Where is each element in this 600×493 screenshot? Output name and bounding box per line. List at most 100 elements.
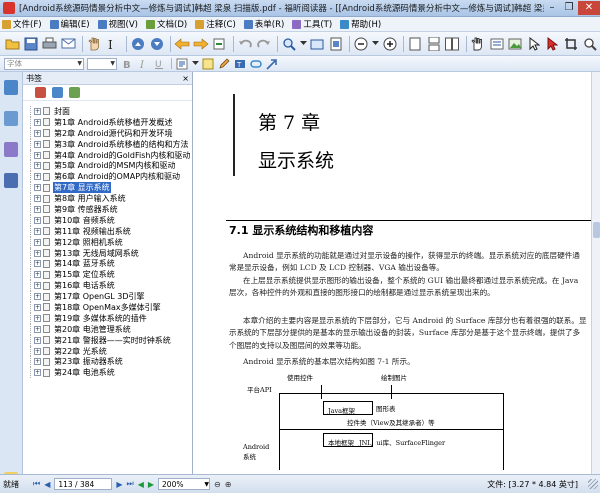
arrow-tool-icon[interactable] bbox=[265, 57, 279, 70]
zoom-out-button[interactable]: ⊖ bbox=[214, 480, 221, 489]
next-page-button[interactable]: ▶ bbox=[116, 480, 122, 489]
forward-view-button[interactable]: ▶ bbox=[148, 480, 154, 489]
expand-icon[interactable]: + bbox=[34, 227, 41, 235]
expand-icon[interactable]: + bbox=[34, 249, 41, 257]
crop-icon[interactable] bbox=[563, 35, 580, 53]
rotate-icon[interactable] bbox=[211, 35, 228, 53]
expand-icon[interactable]: + bbox=[34, 107, 41, 115]
fit-page-icon[interactable] bbox=[328, 35, 345, 53]
zoom-tool-icon[interactable] bbox=[281, 35, 298, 53]
bookmark-item[interactable]: + 第13章 无线局域网系统 bbox=[23, 247, 192, 259]
menu-item[interactable]: 表单(R) bbox=[243, 18, 284, 30]
bookmark-item[interactable]: + 第11章 视频输出系统 bbox=[23, 225, 192, 237]
zoom-out-icon[interactable] bbox=[353, 35, 370, 53]
scrollbar-thumb[interactable] bbox=[593, 222, 600, 238]
bookmark-item[interactable]: + 第24章 电池系统 bbox=[23, 367, 192, 379]
highlight-icon[interactable] bbox=[175, 57, 189, 70]
undo-icon[interactable] bbox=[237, 35, 254, 53]
bookmark-item[interactable]: + 第3章 Android系统移植的结构和方法 bbox=[23, 138, 192, 150]
bookmark-item[interactable]: + 第5章 Android的MSM内核和驱动 bbox=[23, 160, 192, 172]
bookmark-item[interactable]: + 第2章 Android源代码和开发环境 bbox=[23, 127, 192, 139]
open-file-icon[interactable] bbox=[4, 35, 21, 53]
restore-button[interactable]: ❐ bbox=[561, 1, 577, 15]
expand-icon[interactable]: + bbox=[34, 293, 41, 301]
expand-icon[interactable]: + bbox=[34, 325, 41, 333]
bookmark-item[interactable]: + 第8章 用户输入系统 bbox=[23, 193, 192, 205]
bookmark-item[interactable]: + 第23章 振动器系统 bbox=[23, 356, 192, 368]
facing-pages-icon[interactable] bbox=[444, 35, 461, 53]
expand-icon[interactable]: + bbox=[34, 173, 41, 181]
font-select[interactable]: 字体 ▼ bbox=[4, 57, 84, 70]
first-page-icon[interactable] bbox=[130, 35, 147, 53]
expand-icon[interactable]: + bbox=[34, 347, 41, 355]
bookmark-item[interactable]: + 第17章 OpenGL 3D引擎 bbox=[23, 291, 192, 303]
last-page-button[interactable]: ⏭ bbox=[127, 479, 134, 489]
expand-icon[interactable]: + bbox=[34, 369, 41, 377]
print-icon[interactable] bbox=[41, 35, 58, 53]
expand-icon[interactable]: + bbox=[34, 195, 41, 203]
redo-icon[interactable] bbox=[255, 35, 272, 53]
document-view[interactable]: 第 7 章 显示系统 7.1 显示系统结构和移植内容 Android 显示系统的… bbox=[193, 72, 600, 474]
bookmark-item[interactable]: + 第9章 传感器系统 bbox=[23, 204, 192, 215]
add-bookmark-icon[interactable] bbox=[52, 87, 63, 98]
expand-icon[interactable]: + bbox=[34, 184, 41, 192]
expand-icon[interactable]: + bbox=[34, 358, 41, 366]
expand-icon[interactable]: + bbox=[34, 140, 41, 148]
note-icon[interactable] bbox=[201, 57, 215, 70]
chevron-down-icon[interactable] bbox=[191, 57, 199, 70]
hand-tool-icon[interactable] bbox=[85, 35, 102, 53]
search-tool-icon[interactable] bbox=[581, 35, 598, 53]
bookmark-item[interactable]: + 第4章 Android的GoldFish内核和驱动 bbox=[23, 149, 192, 161]
bookmark-item[interactable]: + 第18章 OpenMax多媒体引擎 bbox=[23, 302, 192, 313]
expand-icon[interactable]: + bbox=[34, 162, 41, 170]
menu-item[interactable]: 视图(V) bbox=[97, 18, 138, 30]
expand-icon[interactable]: + bbox=[34, 314, 41, 322]
link-icon[interactable] bbox=[249, 57, 263, 70]
resize-grip-icon[interactable] bbox=[588, 479, 598, 489]
minimize-button[interactable]: – bbox=[544, 1, 560, 15]
bookmarks-pane-close-button[interactable]: × bbox=[182, 74, 189, 83]
typewriter-icon[interactable]: T bbox=[233, 57, 247, 70]
zoom-select[interactable]: 200% ▼ bbox=[158, 478, 211, 490]
underline-icon[interactable]: U bbox=[152, 57, 166, 70]
close-button[interactable]: ✕ bbox=[578, 1, 600, 15]
bookmark-item[interactable]: + 第6章 Android的OMAP内核和驱动 bbox=[23, 171, 192, 183]
bookmark-item[interactable]: + 第14章 蓝牙系统 bbox=[23, 258, 192, 270]
expand-icon[interactable]: + bbox=[34, 205, 41, 213]
hand-pan-icon[interactable] bbox=[470, 35, 487, 53]
menu-item[interactable]: 文件(F) bbox=[2, 18, 42, 30]
italic-icon[interactable]: I bbox=[136, 57, 150, 70]
expand-icon[interactable]: + bbox=[34, 216, 41, 224]
bookmark-item[interactable]: + 第16章 电话系统 bbox=[23, 280, 192, 292]
expand-icon[interactable]: + bbox=[34, 271, 41, 279]
image-select-icon[interactable] bbox=[507, 35, 524, 53]
red-arrow-icon[interactable] bbox=[544, 35, 561, 53]
pointer-icon[interactable] bbox=[526, 35, 543, 53]
bookmark-options-icon[interactable] bbox=[69, 87, 80, 98]
bookmark-item[interactable]: + 封面 bbox=[23, 106, 192, 117]
back-icon[interactable] bbox=[174, 35, 191, 53]
back-view-button[interactable]: ◀ bbox=[138, 480, 144, 489]
single-page-icon[interactable] bbox=[407, 35, 424, 53]
bookmark-item[interactable]: + 第7章 显示系统 bbox=[23, 182, 192, 194]
bookmark-item[interactable]: + 第20章 电池管理系统 bbox=[23, 323, 192, 335]
save-icon[interactable] bbox=[23, 35, 40, 53]
expand-icon[interactable]: + bbox=[34, 282, 41, 290]
expand-icon[interactable]: + bbox=[34, 260, 41, 268]
continuous-page-icon[interactable] bbox=[425, 35, 442, 53]
prev-page-button[interactable]: ◀ bbox=[44, 480, 50, 489]
select-tool-icon[interactable]: I bbox=[104, 35, 121, 53]
font-size-select[interactable]: ▼ bbox=[87, 57, 117, 70]
snapshot-icon[interactable] bbox=[309, 35, 326, 53]
expand-icon[interactable]: + bbox=[34, 118, 41, 126]
expand-icon[interactable]: + bbox=[34, 238, 41, 246]
vertical-scrollbar[interactable] bbox=[591, 72, 600, 474]
bookmark-item[interactable]: + 第12章 照相机系统 bbox=[23, 236, 192, 248]
expand-icon[interactable]: + bbox=[34, 129, 41, 137]
pencil-icon[interactable] bbox=[217, 57, 231, 70]
expand-icon[interactable]: + bbox=[34, 151, 41, 159]
page-number-field[interactable]: 113 / 384 bbox=[54, 478, 113, 490]
forward-icon[interactable] bbox=[193, 35, 210, 53]
zoom-in-icon[interactable] bbox=[381, 35, 398, 53]
bookmark-item[interactable]: + 第10章 音频系统 bbox=[23, 214, 192, 226]
